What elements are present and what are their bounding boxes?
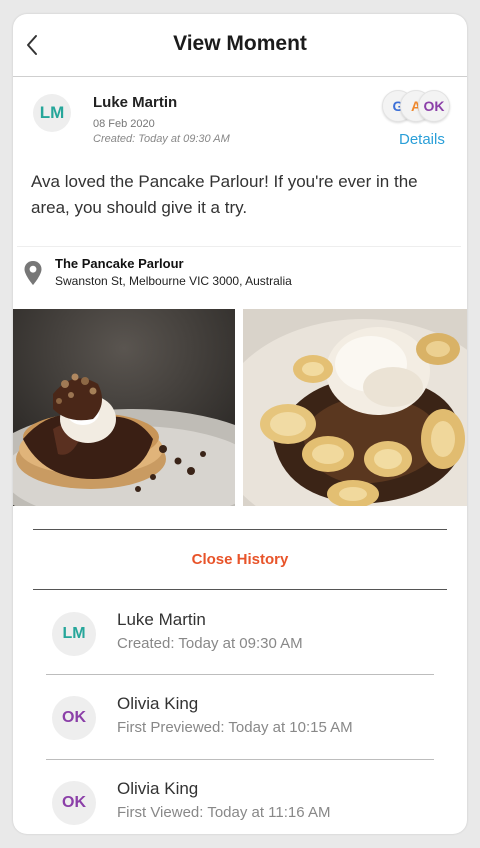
audience-chip: OK (418, 90, 450, 122)
history-entry: OK Olivia King First Previewed: Today at… (46, 674, 434, 758)
history-entry: OK Olivia King First Viewed: Today at 11… (46, 759, 434, 834)
location-name: The Pancake Parlour (55, 256, 184, 271)
moment-photo[interactable] (243, 309, 467, 506)
banana-waffle-image (243, 309, 467, 506)
page-title: View Moment (173, 32, 307, 55)
audience-chip-label: OK (423, 98, 445, 114)
author-avatar: LM (33, 94, 71, 132)
close-history-button[interactable]: Close History (13, 551, 467, 568)
audience-avatars[interactable]: G A OK (382, 90, 454, 122)
history-avatar: OK (52, 781, 96, 825)
post-date: 08 Feb 2020 (93, 118, 155, 130)
history-avatar: LM (52, 612, 96, 656)
history-action-time: First Previewed: Today at 10:15 AM (117, 719, 353, 736)
history-entry: LM Luke Martin Created: Today at 09:30 A… (46, 590, 434, 674)
history-separator (46, 759, 434, 760)
author-name: Luke Martin (93, 94, 178, 111)
history-action-time: First Viewed: Today at 11:16 AM (117, 804, 331, 821)
post-created-time: Created: Today at 09:30 AM (93, 133, 230, 145)
history-divider-top (33, 529, 447, 530)
phone-screen: View Moment LM Luke Martin 08 Feb 2020 C… (13, 14, 467, 834)
divider (17, 246, 461, 247)
history-user-name: Luke Martin (117, 610, 206, 629)
details-link[interactable]: Details (399, 131, 445, 148)
history-action-time: Created: Today at 09:30 AM (117, 635, 303, 652)
location-address: Swanston St, Melbourne VIC 3000, Austral… (55, 274, 292, 288)
history-avatar: OK (52, 696, 96, 740)
moment-photo[interactable] (13, 309, 235, 506)
history-separator (46, 674, 434, 675)
location-pin-icon (24, 261, 42, 285)
header-bar: View Moment (13, 14, 467, 77)
chocolate-pancake-image (13, 309, 235, 506)
history-user-name: Olivia King (117, 779, 199, 798)
history-user-name: Olivia King (117, 694, 199, 713)
moment-text: Ava loved the Pancake Parlour! If you're… (31, 172, 418, 217)
